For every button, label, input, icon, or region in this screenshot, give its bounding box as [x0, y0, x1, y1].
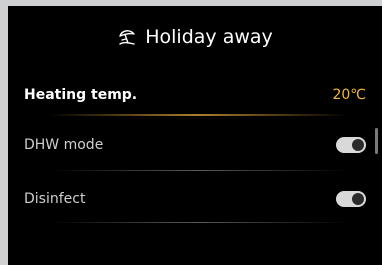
scrollbar[interactable] [375, 128, 378, 154]
screen: Holiday away Heating temp. 20℃ DHW mode … [8, 6, 382, 265]
row-divider [48, 170, 348, 171]
heating-temp-label: Heating temp. [24, 87, 138, 103]
heating-temp-value[interactable]: 20℃ [332, 87, 366, 103]
dhw-mode-toggle[interactable] [336, 137, 366, 153]
row-divider [48, 222, 348, 223]
selection-divider [48, 114, 348, 116]
dhw-mode-label: DHW mode [24, 137, 104, 153]
toggle-knob [352, 193, 364, 205]
disinfect-row: Disinfect [24, 184, 366, 214]
device-bezel: Holiday away Heating temp. 20℃ DHW mode … [0, 0, 382, 265]
toggle-knob [352, 139, 364, 151]
page-title: Holiday away [145, 26, 273, 48]
beach-umbrella-icon [117, 27, 137, 47]
page-header: Holiday away [8, 20, 382, 54]
heating-temp-row[interactable]: Heating temp. 20℃ [24, 80, 366, 110]
disinfect-label: Disinfect [24, 191, 86, 207]
disinfect-toggle[interactable] [336, 191, 366, 207]
dhw-mode-row: DHW mode [24, 130, 366, 160]
